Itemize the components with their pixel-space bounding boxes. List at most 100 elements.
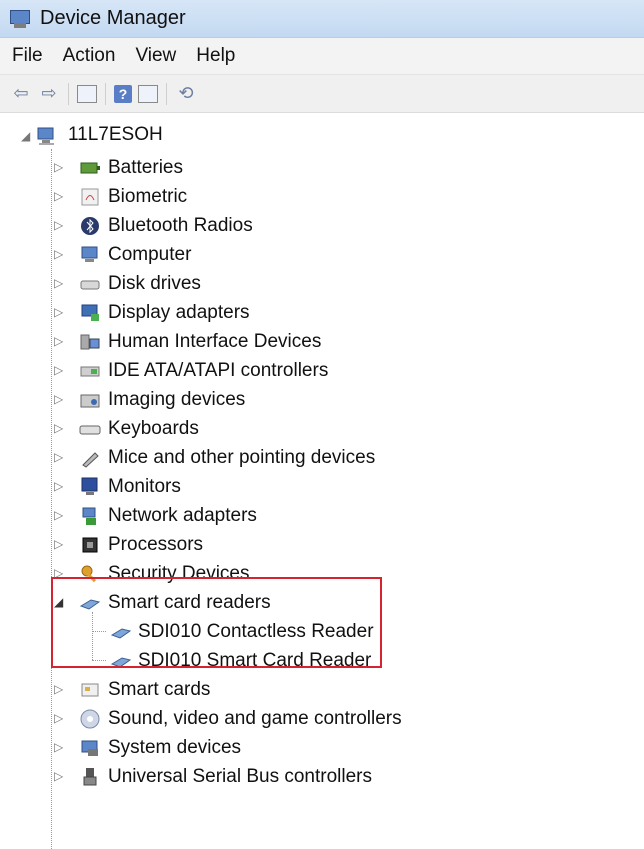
expand-arrow-icon[interactable]: ▷ [54, 248, 64, 260]
disk-drive-icon [79, 273, 101, 293]
tree-category[interactable]: ▷ IDE ATA/ATAPI controllers [0, 356, 644, 385]
device-label: SDI010 Smart Card Reader [138, 650, 372, 671]
back-arrow-icon[interactable]: ⇦ [10, 83, 32, 104]
expand-arrow-icon[interactable]: ▷ [54, 306, 64, 318]
tree-category[interactable]: ▷ Imaging devices [0, 385, 644, 414]
menu-help[interactable]: Help [196, 45, 235, 67]
tree-guide-line [92, 612, 93, 660]
tree-category[interactable]: ▷ Human Interface Devices [0, 327, 644, 356]
computer-icon [79, 244, 101, 264]
category-label: Human Interface Devices [108, 331, 322, 352]
tree-category[interactable]: ▷ Computer [0, 240, 644, 269]
tree-category[interactable]: ▷ Smart cards [0, 675, 644, 704]
processor-icon [79, 534, 101, 554]
expand-arrow-icon[interactable]: ▷ [54, 770, 64, 782]
tree-category[interactable]: ▷ Display adapters [0, 298, 644, 327]
tree-category[interactable]: ▷ Batteries [0, 153, 644, 182]
category-label: Sound, video and game controllers [108, 708, 402, 729]
expand-arrow-icon[interactable]: ▷ [54, 422, 64, 434]
expand-arrow-icon[interactable]: ▷ [54, 161, 64, 173]
tree-branch-line [92, 631, 106, 632]
menu-file[interactable]: File [12, 45, 43, 67]
menu-bar: File Action View Help [0, 38, 644, 75]
tree-category[interactable]: ▷ Keyboards [0, 414, 644, 443]
tree-category[interactable]: ▷ Monitors [0, 472, 644, 501]
tree-category[interactable]: ▷ Sound, video and game controllers [0, 704, 644, 733]
tree-category[interactable]: ▷ Biometric [0, 182, 644, 211]
tree-category[interactable]: ▷ Network adapters [0, 501, 644, 530]
network-adapter-icon [79, 505, 101, 525]
monitor-icon [79, 476, 101, 496]
update-driver-icon[interactable] [138, 84, 158, 103]
expand-arrow-icon[interactable]: ▷ [54, 364, 64, 376]
collapse-arrow-icon[interactable]: ◢ [54, 596, 64, 608]
expand-arrow-icon[interactable]: ▷ [54, 712, 64, 724]
keyboard-icon [79, 418, 101, 438]
category-label: Network adapters [108, 505, 257, 526]
tree-category[interactable]: ▷ System devices [0, 733, 644, 762]
tree-category[interactable]: ▷ Mice and other pointing devices [0, 443, 644, 472]
toolbar-separator [105, 82, 106, 105]
device-tree: ◢ 11L7ESOH ▷ Batteries ▷ Biometric ▷ Bluetoot… [0, 113, 644, 849]
imaging-device-icon [79, 389, 101, 409]
category-label: Smart card readers [108, 592, 271, 613]
hid-icon [79, 331, 101, 351]
expand-arrow-icon[interactable]: ▷ [54, 509, 64, 521]
expand-arrow-icon[interactable]: ▷ [54, 219, 64, 231]
tree-category[interactable]: ▷ Disk drives [0, 269, 644, 298]
category-label: Batteries [108, 157, 183, 178]
expand-arrow-icon[interactable]: ▷ [54, 393, 64, 405]
mouse-icon [79, 447, 101, 468]
category-label: Security Devices [108, 563, 250, 584]
battery-icon [79, 157, 101, 177]
window-title: Device Manager [40, 7, 186, 29]
menu-action[interactable]: Action [63, 45, 116, 67]
expand-arrow-icon[interactable]: ▷ [54, 335, 64, 347]
tree-device[interactable]: SDI010 Contactless Reader [0, 617, 644, 646]
display-adapter-icon [79, 302, 101, 322]
security-key-icon [79, 563, 101, 583]
device-label: SDI010 Contactless Reader [138, 621, 374, 642]
category-label: Monitors [108, 476, 181, 497]
category-label: Computer [108, 244, 192, 265]
tree-category[interactable]: ◢ Smart card readers [0, 588, 644, 617]
expand-arrow-icon[interactable]: ▷ [54, 741, 64, 753]
expand-arrow-icon[interactable]: ▷ [54, 538, 64, 550]
smart-card-icon [79, 679, 101, 699]
expand-arrow-icon[interactable]: ▷ [54, 277, 64, 289]
computer-root-icon [36, 125, 58, 145]
expand-arrow-icon[interactable]: ▷ [54, 480, 64, 492]
tree-category[interactable]: ▷ Security Devices [0, 559, 644, 588]
category-label: Disk drives [108, 273, 201, 294]
bluetooth-icon [79, 215, 101, 235]
expand-arrow-icon[interactable]: ▷ [54, 190, 64, 202]
category-label: Processors [108, 534, 204, 555]
menu-view[interactable]: View [135, 45, 176, 67]
collapse-arrow-icon[interactable]: ◢ [21, 130, 31, 142]
help-icon[interactable]: ? [114, 84, 132, 103]
forward-arrow-icon[interactable]: ⇨ [38, 83, 60, 104]
category-label: Mice and other pointing devices [108, 447, 376, 468]
category-label: Smart cards [108, 679, 211, 700]
ide-controller-icon [79, 360, 101, 380]
tree-root[interactable]: ◢ 11L7ESOH [0, 119, 644, 153]
category-label: Display adapters [108, 302, 250, 323]
expand-arrow-icon[interactable]: ▷ [54, 683, 64, 695]
toolbar-separator [166, 82, 167, 105]
root-label: 11L7ESOH [68, 124, 163, 145]
category-label: Biometric [108, 186, 188, 207]
toolbar-separator [68, 82, 69, 105]
tree-category[interactable]: ▷ Processors [0, 530, 644, 559]
properties-icon[interactable] [77, 84, 97, 103]
expand-arrow-icon[interactable]: ▷ [54, 451, 64, 463]
expand-arrow-icon[interactable]: ▷ [54, 567, 64, 579]
smart-card-reader-device-icon [110, 621, 132, 641]
tree-category[interactable]: ▷ Bluetooth Radios [0, 211, 644, 240]
smart-card-reader-icon [79, 592, 101, 612]
category-label: System devices [108, 737, 242, 758]
tree-device[interactable]: SDI010 Smart Card Reader [0, 646, 644, 675]
usb-icon [79, 766, 101, 786]
scan-hardware-icon[interactable]: ⟲ [175, 83, 197, 104]
smart-card-reader-device-icon [110, 650, 132, 670]
toolbar: ⇦ ⇨ ? ⟲ [0, 75, 644, 113]
